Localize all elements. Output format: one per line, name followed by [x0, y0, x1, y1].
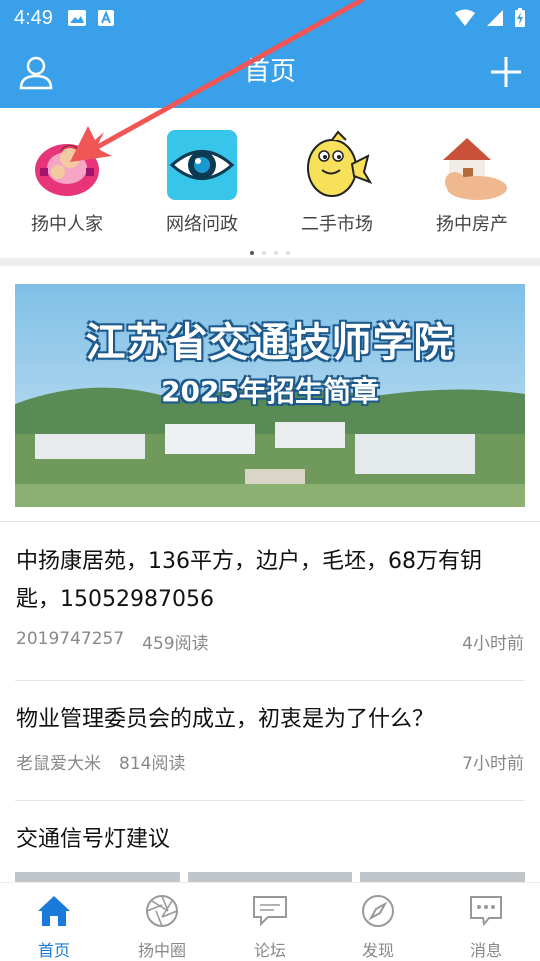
- signal-icon: [487, 10, 503, 26]
- promo-banner[interactable]: 江苏省交通技师学院 2025年招生简章: [15, 284, 525, 507]
- section-divider: [0, 258, 540, 266]
- page-dot: [274, 251, 278, 255]
- family-avatar-icon: [32, 130, 102, 200]
- article-reads: 459阅读: [142, 634, 209, 654]
- article-time: 7小时前: [462, 754, 524, 774]
- status-bar: 4:49: [0, 0, 540, 36]
- banner-title: 江苏省交通技师学院: [85, 320, 455, 366]
- tab-circle[interactable]: 扬中圈: [108, 883, 216, 961]
- bottom-tab-bar: 首页 扬中圈 论坛 发现 消息: [0, 882, 540, 961]
- house-icon: [437, 130, 507, 200]
- quick-link-label: 扬中房产: [436, 214, 508, 235]
- quick-link-housing[interactable]: 扬中房产: [412, 130, 532, 236]
- wifi-icon: [455, 9, 475, 26]
- divider: [15, 680, 525, 681]
- aperture-icon: [146, 895, 178, 927]
- article-meta: 老鼠爱大米 814阅读 7小时前: [16, 749, 524, 774]
- banner-subtitle: 2025年招生简章: [161, 375, 379, 408]
- tab-discover[interactable]: 发现: [324, 883, 432, 961]
- image-notification-icon: [67, 10, 86, 26]
- fish-icon: [302, 130, 372, 200]
- quick-link-family[interactable]: 扬中人家: [7, 130, 127, 236]
- article-meta: 2019747257 459阅读 4小时前: [16, 629, 524, 654]
- list-item[interactable]: 物业管理委员会的成立，初衷是为了什么？ 老鼠爱大米 814阅读 7小时前: [16, 701, 524, 774]
- divider: [0, 521, 540, 522]
- plus-icon: [491, 57, 521, 87]
- message-icon: [470, 896, 502, 927]
- list-item[interactable]: 中扬康居苑，136平方，边户，毛坯，68万有钥匙，15052987056 201…: [16, 543, 524, 654]
- tab-label: 消息: [469, 941, 502, 960]
- tab-home[interactable]: 首页: [0, 883, 108, 961]
- tab-label: 扬中圈: [137, 941, 186, 960]
- home-icon: [38, 896, 70, 926]
- tab-messages[interactable]: 消息: [432, 883, 540, 961]
- page-dot: [262, 251, 266, 255]
- divider: [15, 800, 525, 801]
- chat-bubbles-icon: [253, 896, 287, 927]
- tab-forum[interactable]: 论坛: [216, 883, 324, 961]
- quick-link-politics[interactable]: 网络问政: [142, 130, 262, 236]
- app-notification-icon: [97, 10, 114, 26]
- list-item[interactable]: 交通信号灯建议: [16, 821, 524, 859]
- battery-charging-icon: [515, 8, 525, 27]
- article-title: 中扬康居苑，136平方，边户，毛坯，68万有钥匙，15052987056: [16, 549, 482, 612]
- compass-icon: [362, 895, 394, 927]
- article-thumbnails: [15, 872, 526, 882]
- status-time: 4:49: [14, 6, 53, 29]
- page-title: 首页: [243, 57, 296, 87]
- article-time: 4小时前: [462, 634, 524, 654]
- quick-link-secondhand[interactable]: 二手市场: [277, 130, 397, 236]
- article-author: 老鼠爱大米: [16, 754, 101, 774]
- thumbnail-image: [360, 872, 526, 882]
- article-title: 物业管理委员会的成立，初衷是为了什么？: [16, 707, 435, 732]
- article-title: 交通信号灯建议: [16, 827, 171, 852]
- thumbnail-image: [15, 872, 180, 882]
- page-dot: [250, 251, 254, 255]
- add-button[interactable]: [488, 54, 524, 90]
- quick-link-label: 网络问政: [166, 214, 238, 235]
- article-author: 2019747257: [16, 629, 125, 649]
- app-bar: 首页: [0, 36, 540, 108]
- tab-label: 首页: [37, 941, 70, 960]
- tab-label: 论坛: [253, 941, 286, 960]
- quick-links: 扬中人家 网络问政 二手市场 扬中房产: [0, 108, 540, 258]
- tab-label: 发现: [361, 941, 394, 960]
- thumbnail-image: [187, 872, 353, 882]
- page-dot: [286, 251, 290, 255]
- eye-icon: [167, 130, 237, 200]
- quick-link-label: 二手市场: [301, 214, 373, 235]
- page-indicator: [0, 240, 540, 259]
- quick-link-label: 扬中人家: [31, 214, 103, 235]
- article-reads: 814阅读: [119, 754, 186, 774]
